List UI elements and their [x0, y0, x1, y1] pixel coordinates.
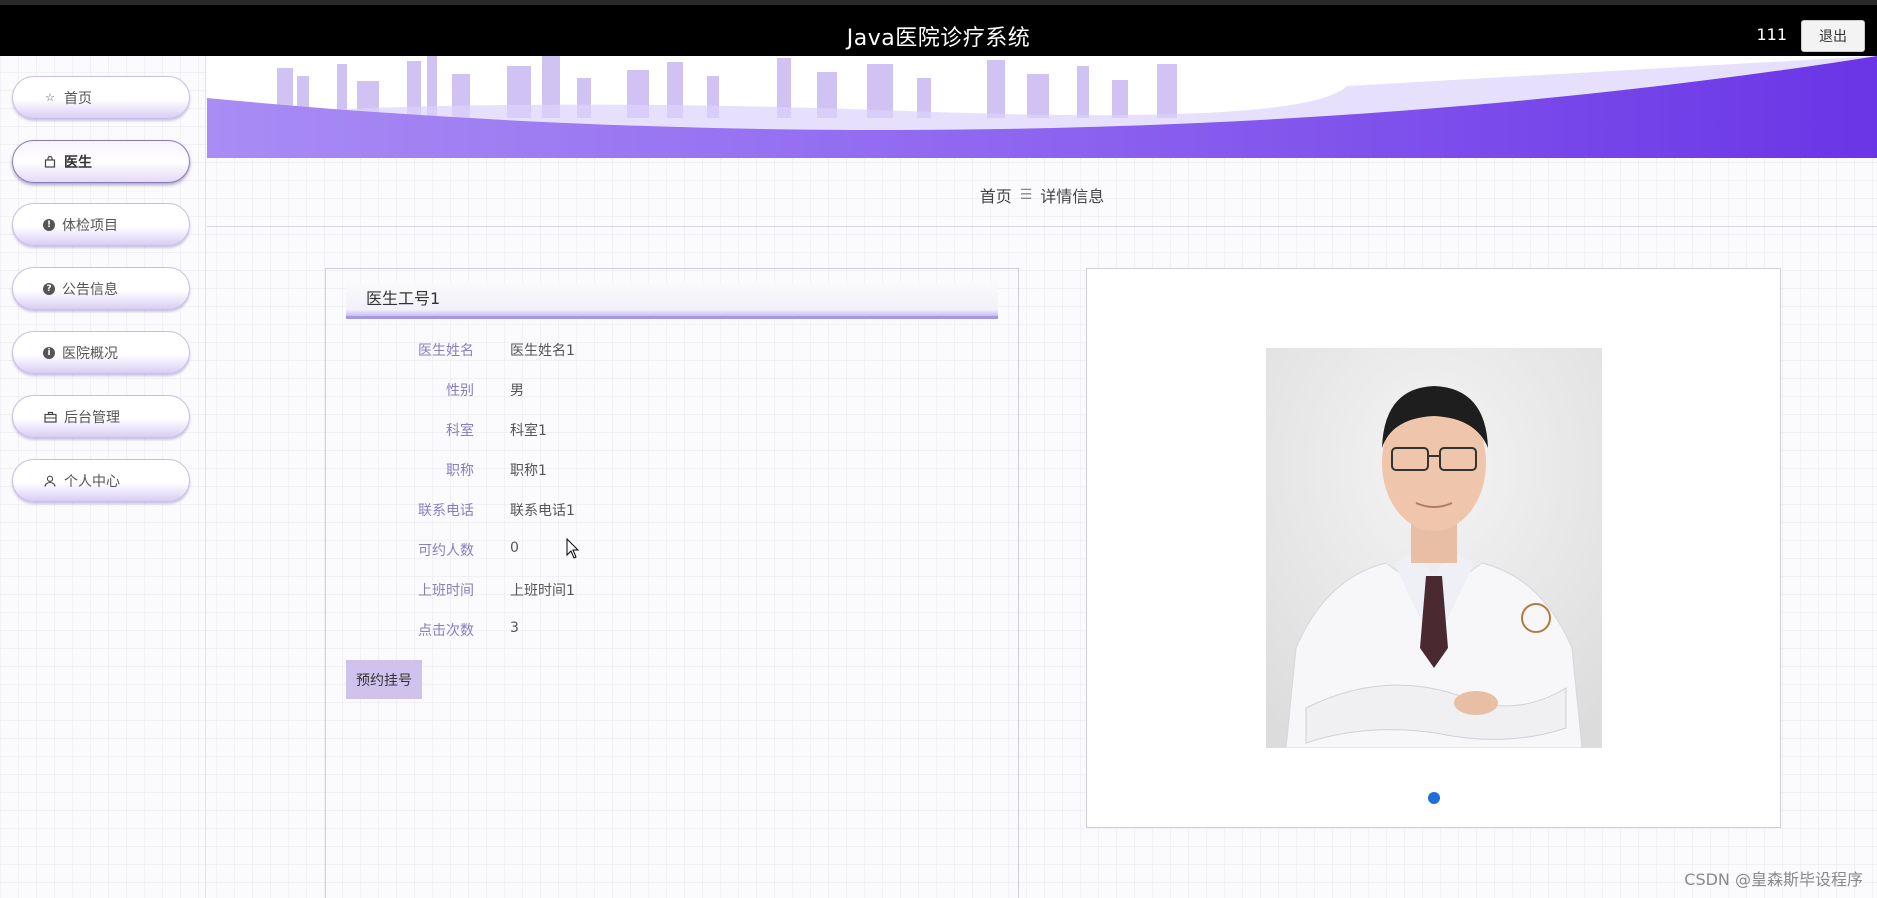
- briefcase-icon: [43, 410, 57, 424]
- field-value: 医生姓名1: [510, 343, 575, 359]
- top-header: Java医院诊疗系统 111 退出: [0, 0, 1877, 56]
- bag-icon: [43, 155, 57, 169]
- field-label: 职称: [446, 463, 474, 479]
- field-click-count: 点击次数 3: [346, 609, 998, 649]
- field-label: 点击次数: [418, 623, 474, 639]
- user-icon: [43, 474, 57, 488]
- field-title: 职称 职称1: [346, 449, 998, 489]
- detail-panel: 医生工号1 医生姓名 医生姓名1 性别 男 科室 科室1 职称 职称1 联系电话…: [325, 268, 1019, 898]
- field-value: 科室1: [510, 423, 547, 439]
- image-carousel: [1086, 268, 1781, 828]
- field-label: 科室: [446, 423, 474, 439]
- star-icon: ☆: [45, 91, 55, 104]
- sidebar-item-hospital-overview[interactable]: i 医院概况: [12, 331, 190, 374]
- sidebar: ☆ 首页 医生 ! 体检项目 ? 公告信息 i 医院概况 后台管理 个人中心: [0, 56, 206, 898]
- sidebar-item-label: 个人中心: [64, 473, 120, 490]
- sidebar-item-label: 体检项目: [62, 217, 118, 234]
- exclamation-circle-icon: !: [43, 218, 55, 231]
- field-value: 职称1: [510, 463, 547, 479]
- info-circle-icon: i: [43, 346, 55, 359]
- watermark: CSDN @皇森斯毕设程序: [1684, 870, 1863, 889]
- book-appointment-button[interactable]: 预约挂号: [346, 660, 422, 699]
- field-label: 可约人数: [418, 543, 474, 559]
- field-value: 0: [510, 540, 519, 556]
- field-label: 性别: [446, 383, 474, 399]
- field-department: 科室 科室1: [346, 409, 998, 449]
- sidebar-item-home[interactable]: ☆ 首页: [12, 76, 190, 119]
- breadcrumb-home-link[interactable]: 首页: [980, 183, 1012, 207]
- breadcrumb-current: 详情信息: [1040, 186, 1105, 206]
- breadcrumb: 首页 ☰ 详情信息: [207, 163, 1877, 227]
- logout-button[interactable]: 退出: [1801, 20, 1865, 52]
- sidebar-item-label: 首页: [64, 90, 92, 107]
- field-phone: 联系电话 联系电话1: [346, 489, 998, 529]
- field-gender: 性别 男: [346, 369, 998, 409]
- field-label: 联系电话: [418, 503, 474, 519]
- field-work-hours: 上班时间 上班时间1: [346, 569, 998, 609]
- field-value: 上班时间1: [510, 583, 575, 599]
- detail-title: 医生工号1: [346, 283, 998, 319]
- user-name: 111: [1756, 25, 1787, 44]
- field-value: 男: [510, 383, 524, 399]
- field-doctor-name: 医生姓名 医生姓名1: [346, 329, 998, 369]
- sidebar-item-label: 医生: [64, 154, 92, 171]
- sidebar-item-label: 公告信息: [62, 281, 118, 298]
- field-label: 医生姓名: [418, 343, 474, 359]
- carousel-indicator-dot[interactable]: [1428, 792, 1440, 804]
- sidebar-item-personal-center[interactable]: 个人中心: [12, 459, 190, 502]
- sidebar-item-label: 后台管理: [64, 409, 120, 426]
- sidebar-item-doctor[interactable]: 医生: [12, 140, 190, 183]
- doctor-photo: [1266, 348, 1602, 748]
- question-circle-icon: ?: [43, 282, 55, 295]
- sidebar-item-admin[interactable]: 后台管理: [12, 395, 190, 438]
- sidebar-item-checkup[interactable]: ! 体检项目: [12, 203, 190, 246]
- breadcrumb-separator-icon: ☰: [1019, 186, 1033, 203]
- sidebar-item-label: 医院概况: [62, 345, 118, 362]
- header-banner: [207, 56, 1877, 158]
- field-label: 上班时间: [418, 583, 474, 599]
- field-available-slots: 可约人数 0: [346, 529, 998, 569]
- field-value: 联系电话1: [510, 503, 575, 519]
- app-title: Java医院诊疗系统: [846, 26, 1031, 51]
- city-skyline-banner: [207, 56, 1877, 158]
- mouse-cursor-icon: [566, 538, 580, 559]
- sidebar-item-announcements[interactable]: ? 公告信息: [12, 267, 190, 310]
- field-value: 3: [510, 620, 519, 636]
